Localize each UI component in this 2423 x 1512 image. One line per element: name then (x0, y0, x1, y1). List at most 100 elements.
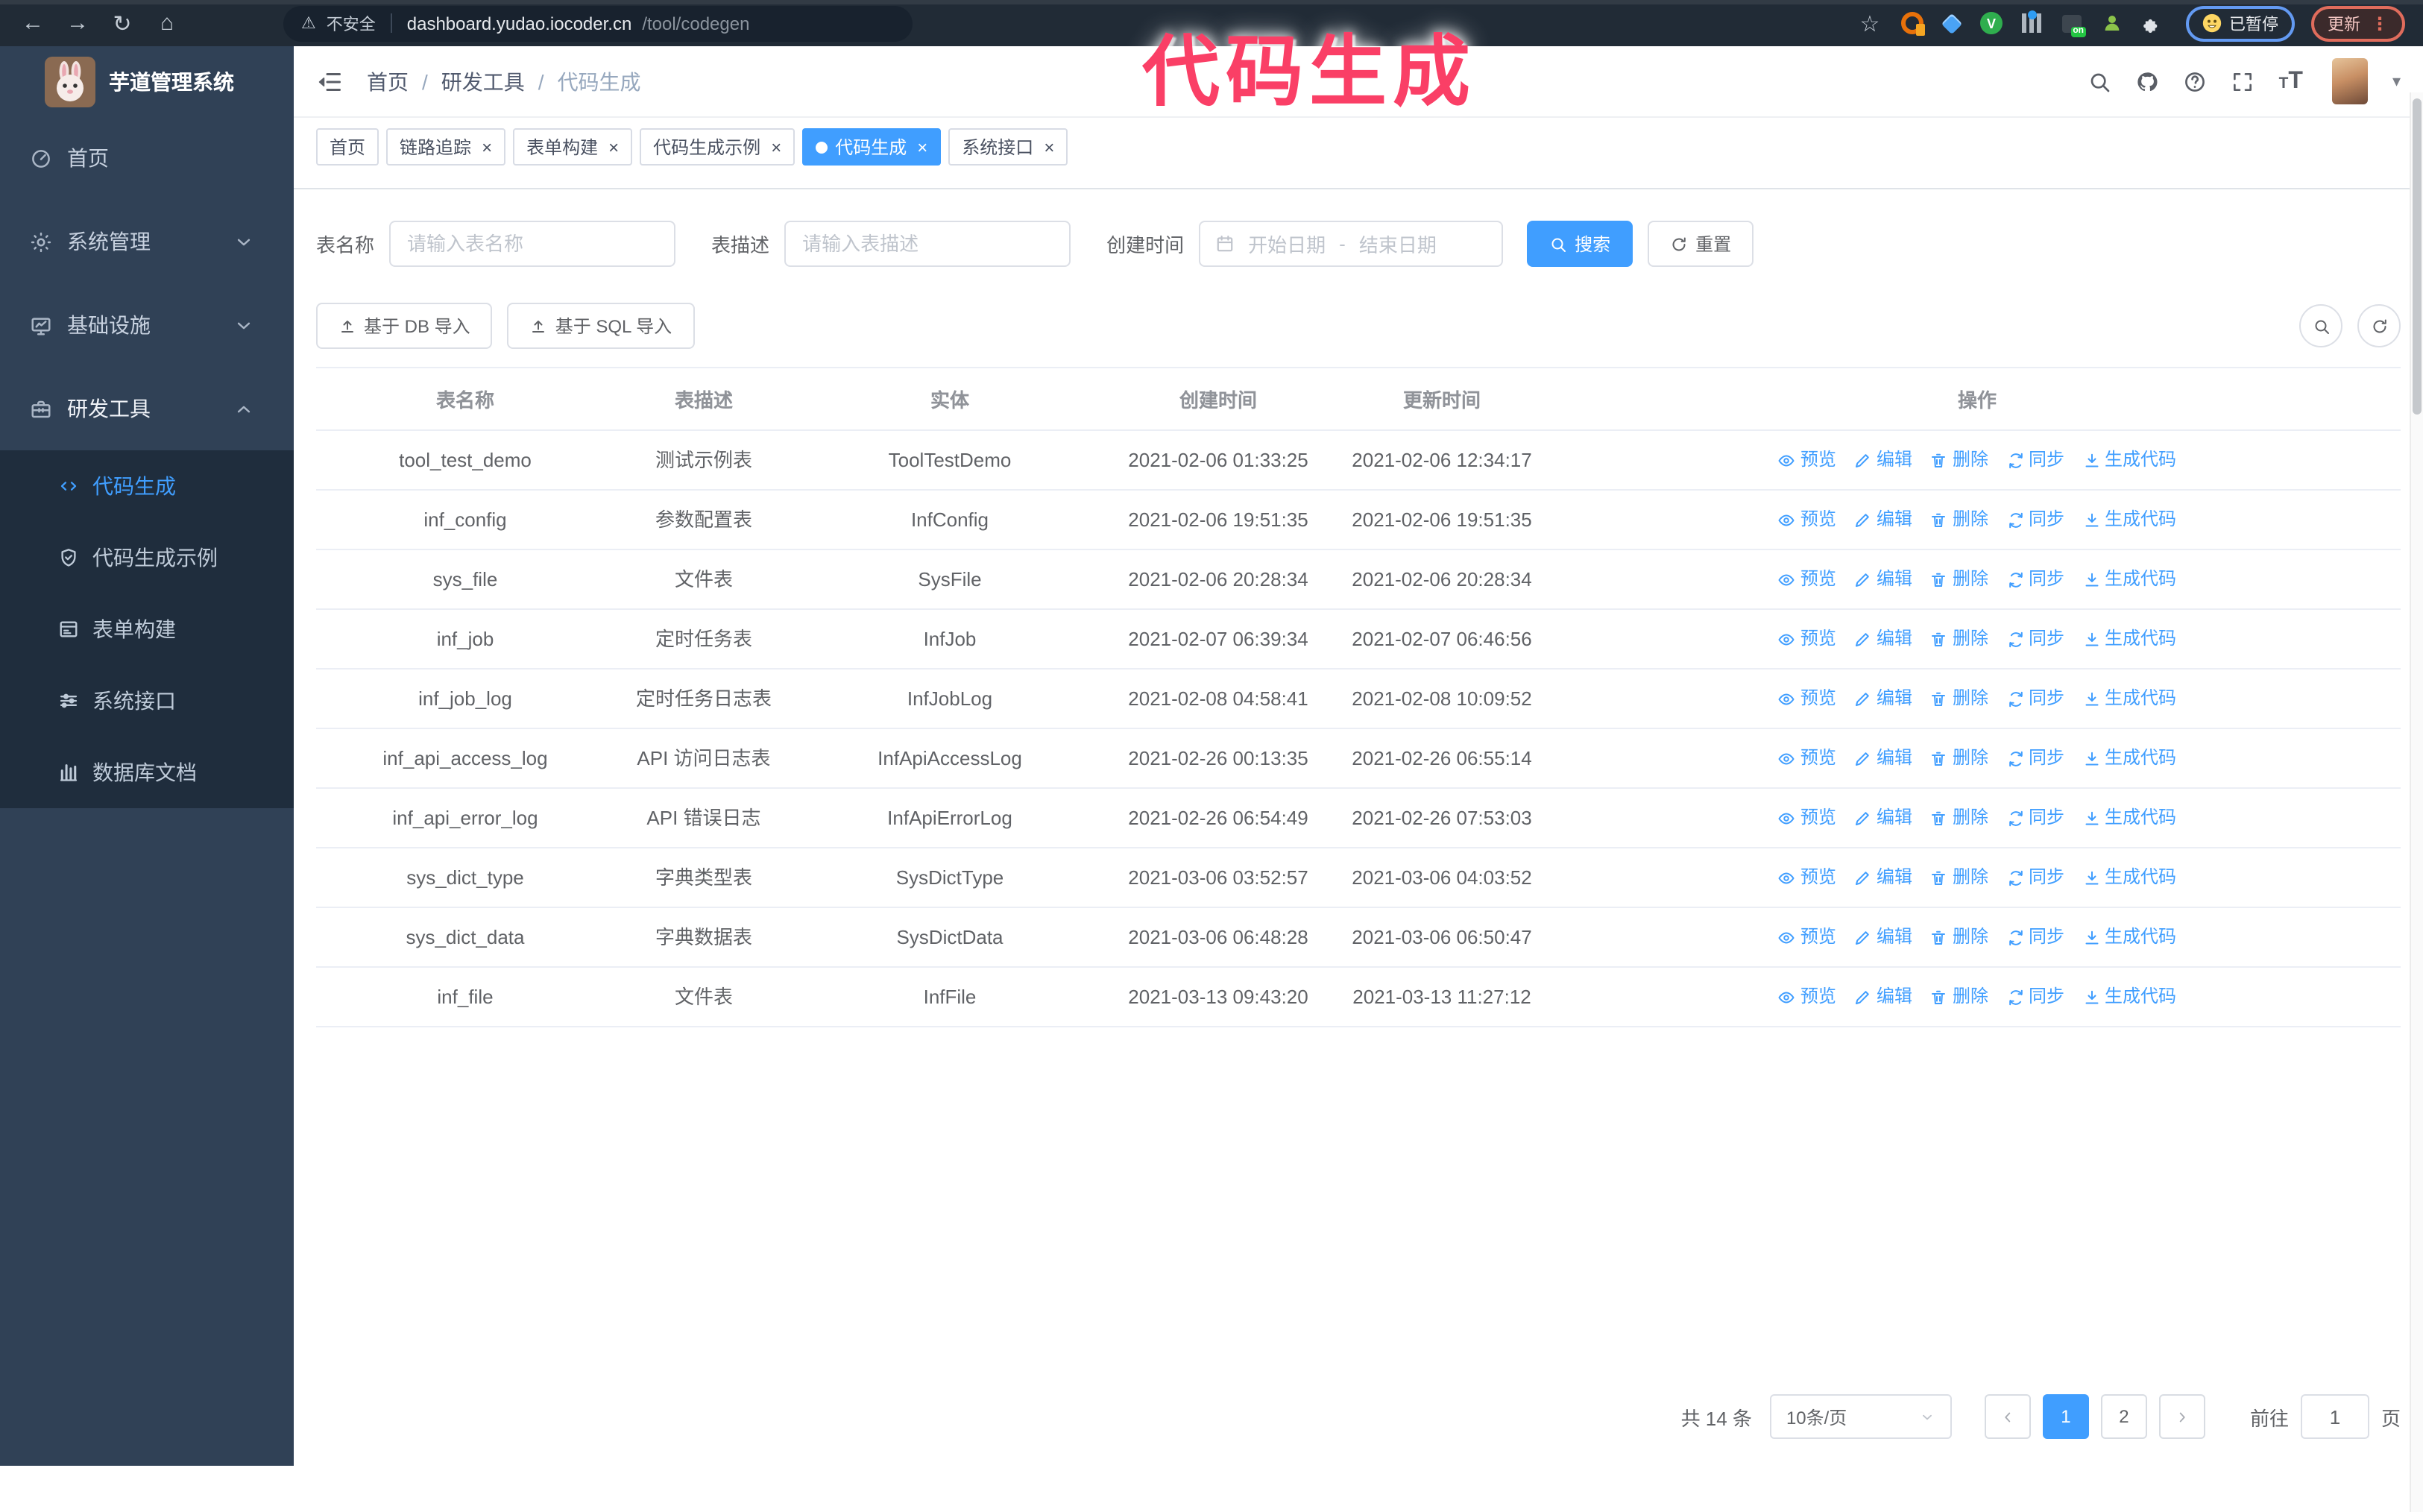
table-name-input[interactable] (389, 221, 676, 267)
sidebar-item-系统接口[interactable]: 系统接口 (0, 665, 294, 737)
action-preview[interactable]: 预览 (1778, 683, 1836, 714)
forward-icon[interactable]: → (63, 8, 92, 38)
view-tab-代码生成[interactable]: 代码生成 × (802, 128, 942, 166)
close-icon[interactable]: × (917, 136, 927, 157)
caret-down-icon[interactable]: ▾ (2392, 72, 2401, 91)
action-sync[interactable]: 同步 (2006, 862, 2064, 893)
next-page-button[interactable] (2158, 1394, 2205, 1439)
action-delete[interactable]: 删除 (1930, 623, 1988, 655)
goto-page-input[interactable] (2300, 1394, 2369, 1439)
sidebar-item-首页[interactable]: 首页 (0, 116, 294, 200)
extension-on-badge-icon[interactable] (2059, 11, 2085, 37)
action-sync[interactable]: 同步 (2006, 444, 2064, 476)
extension-person-icon[interactable] (2099, 11, 2123, 35)
action-edit[interactable]: 编辑 (1854, 623, 1912, 655)
action-generate-code[interactable]: 生成代码 (2082, 564, 2176, 595)
action-edit[interactable]: 编辑 (1854, 862, 1912, 893)
table-desc-input[interactable] (784, 221, 1071, 267)
page-button-2[interactable]: 2 (2100, 1394, 2147, 1439)
action-generate-code[interactable]: 生成代码 (2082, 623, 2176, 655)
fullscreen-icon[interactable] (2231, 69, 2255, 93)
view-tab-首页[interactable]: 首页 (316, 128, 379, 166)
view-tab-表单构建[interactable]: 表单构建 × (513, 128, 633, 166)
action-preview[interactable]: 预览 (1778, 743, 1836, 774)
toggle-search-button[interactable] (2299, 304, 2342, 347)
action-generate-code[interactable]: 生成代码 (2082, 862, 2176, 893)
action-preview[interactable]: 预览 (1778, 623, 1836, 655)
github-icon[interactable] (2136, 69, 2160, 93)
sidebar-item-基础设施[interactable]: 基础设施 (0, 283, 294, 367)
action-edit[interactable]: 编辑 (1854, 981, 1912, 1012)
back-icon[interactable]: ← (18, 8, 48, 38)
action-delete[interactable]: 删除 (1930, 802, 1988, 834)
action-generate-code[interactable]: 生成代码 (2082, 444, 2176, 476)
extension-orange-icon[interactable] (1900, 11, 1924, 36)
action-generate-code[interactable]: 生成代码 (2082, 922, 2176, 953)
sidebar-item-系统管理[interactable]: 系统管理 (0, 200, 294, 283)
extensions-puzzle-icon[interactable] (2140, 11, 2164, 35)
action-edit[interactable]: 编辑 (1854, 564, 1912, 595)
user-avatar[interactable] (2332, 58, 2369, 104)
home-icon[interactable]: ⌂ (152, 8, 182, 38)
address-bar[interactable]: ⚠ 不安全 dashboard.yudao.iocoder.cn/tool/co… (283, 5, 913, 41)
action-generate-code[interactable]: 生成代码 (2082, 504, 2176, 535)
date-range-input[interactable]: 开始日期 - 结束日期 (1199, 221, 1504, 267)
sidebar-item-表单构建[interactable]: 表单构建 (0, 593, 294, 665)
bookmark-star-icon[interactable]: ☆ (1855, 8, 1885, 38)
page-scrollbar[interactable] (2410, 92, 2423, 1512)
sidebar-item-代码生成[interactable]: 代码生成 (0, 450, 294, 522)
action-generate-code[interactable]: 生成代码 (2082, 683, 2176, 714)
action-sync[interactable]: 同步 (2006, 683, 2064, 714)
action-generate-code[interactable]: 生成代码 (2082, 802, 2176, 834)
close-icon[interactable]: × (1044, 136, 1054, 157)
extension-grid-icon[interactable] (2019, 10, 2043, 35)
scrollbar-thumb[interactable] (2413, 98, 2422, 415)
breadcrumb-home[interactable]: 首页 (367, 66, 409, 96)
action-sync[interactable]: 同步 (2006, 922, 2064, 953)
action-preview[interactable]: 预览 (1778, 862, 1836, 893)
action-edit[interactable]: 编辑 (1854, 504, 1912, 535)
action-sync[interactable]: 同步 (2006, 743, 2064, 774)
action-delete[interactable]: 删除 (1930, 564, 1988, 595)
prev-page-button[interactable] (1984, 1394, 2031, 1439)
sidebar-item-研发工具[interactable]: 研发工具 (0, 367, 294, 450)
import-db-button[interactable]: 基于 DB 导入 (316, 303, 493, 349)
action-sync[interactable]: 同步 (2006, 981, 2064, 1012)
action-delete[interactable]: 删除 (1930, 444, 1988, 476)
action-generate-code[interactable]: 生成代码 (2082, 981, 2176, 1012)
breadcrumb-dev-tools[interactable]: 研发工具 (441, 66, 525, 96)
page-button-1[interactable]: 1 (2042, 1394, 2089, 1439)
action-preview[interactable]: 预览 (1778, 802, 1836, 834)
view-tab-代码生成示例[interactable]: 代码生成示例 × (640, 128, 795, 166)
action-preview[interactable]: 预览 (1778, 444, 1836, 476)
close-icon[interactable]: × (482, 136, 492, 157)
action-delete[interactable]: 删除 (1930, 504, 1988, 535)
help-icon[interactable] (2184, 69, 2208, 93)
action-sync[interactable]: 同步 (2006, 504, 2064, 535)
view-tab-链路追踪[interactable]: 链路追踪 × (386, 128, 506, 166)
refresh-table-button[interactable] (2357, 304, 2401, 347)
search-button[interactable]: 搜索 (1527, 221, 1633, 267)
action-delete[interactable]: 删除 (1930, 683, 1988, 714)
action-generate-code[interactable]: 生成代码 (2082, 743, 2176, 774)
action-sync[interactable]: 同步 (2006, 623, 2064, 655)
sidebar-item-代码生成示例[interactable]: 代码生成示例 (0, 522, 294, 593)
action-delete[interactable]: 删除 (1930, 743, 1988, 774)
kebab-menu-icon[interactable]: ⋮ (2371, 13, 2389, 34)
app-logo[interactable]: 芋道管理系统 (0, 46, 294, 116)
close-icon[interactable]: × (608, 136, 619, 157)
action-delete[interactable]: 删除 (1930, 981, 1988, 1012)
font-size-icon[interactable]: TT (2279, 69, 2303, 93)
action-sync[interactable]: 同步 (2006, 802, 2064, 834)
action-edit[interactable]: 编辑 (1854, 683, 1912, 714)
action-preview[interactable]: 预览 (1778, 564, 1836, 595)
action-edit[interactable]: 编辑 (1854, 743, 1912, 774)
extension-green-check-icon[interactable]: V (1980, 12, 2003, 34)
search-icon[interactable] (2088, 69, 2112, 93)
profile-paused-badge[interactable]: 已暂停 (2186, 5, 2295, 41)
action-edit[interactable]: 编辑 (1854, 922, 1912, 953)
action-preview[interactable]: 预览 (1778, 922, 1836, 953)
sidebar-item-数据库文档[interactable]: 数据库文档 (0, 737, 294, 808)
action-delete[interactable]: 删除 (1930, 922, 1988, 953)
view-tab-系统接口[interactable]: 系统接口 × (948, 128, 1068, 166)
